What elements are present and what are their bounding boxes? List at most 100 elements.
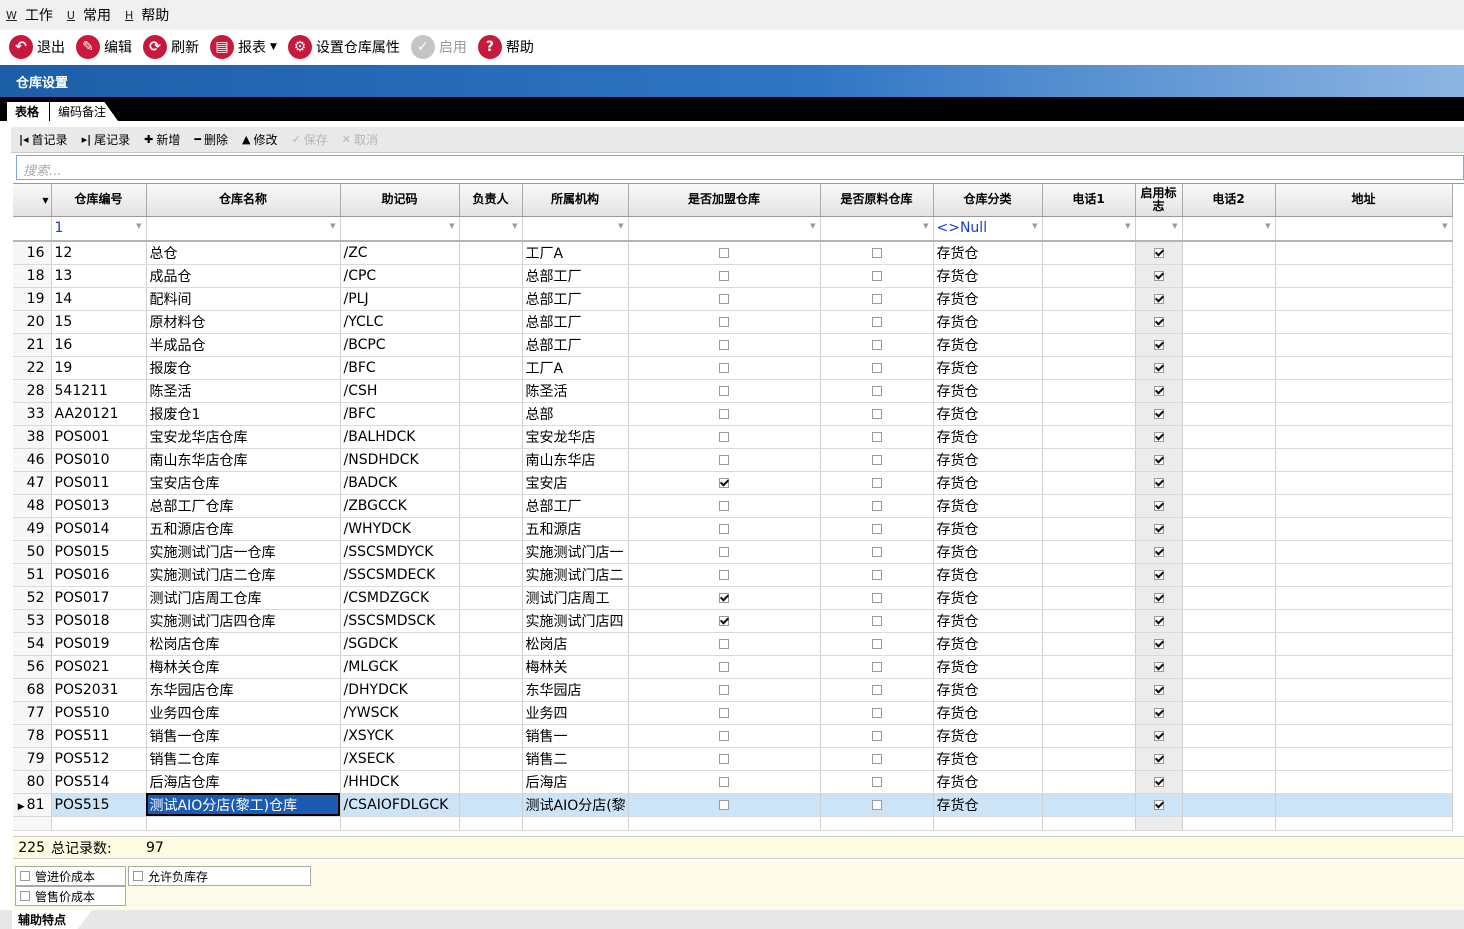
- cell-tel1[interactable]: [1042, 517, 1136, 541]
- purchase-cost-checkbox[interactable]: 管进价成本: [15, 866, 126, 886]
- cell-category[interactable]: 存货仓: [933, 379, 1043, 403]
- cell-raw[interactable]: [820, 379, 934, 403]
- cell-name[interactable]: 测试门店周工仓库: [146, 586, 341, 610]
- cell-org[interactable]: 松岗店: [522, 632, 629, 656]
- cell-franchise[interactable]: [628, 379, 821, 403]
- cell-name[interactable]: 总部工厂仓库: [146, 494, 341, 518]
- cell-tel1[interactable]: [1042, 333, 1136, 357]
- cell-franchise[interactable]: [628, 609, 821, 633]
- cell-tel2[interactable]: [1182, 586, 1276, 610]
- cell-raw[interactable]: [820, 747, 934, 771]
- column-header[interactable]: 仓库编号: [51, 184, 147, 217]
- cell-org[interactable]: 总部工厂: [522, 310, 629, 334]
- cell-franchise[interactable]: [628, 770, 821, 794]
- cell-code[interactable]: POS016: [51, 563, 147, 587]
- cell-tel2[interactable]: [1182, 494, 1276, 518]
- table-row[interactable]: 49 POS014 五和源店仓库/WHYDCK 五和源店 存货仓: [13, 517, 1453, 541]
- cell-enabled[interactable]: [1135, 609, 1183, 633]
- cell-tel1[interactable]: [1042, 655, 1136, 679]
- cell-enabled[interactable]: [1135, 402, 1183, 426]
- cell-tel2[interactable]: [1182, 310, 1276, 334]
- cell-mnemonic[interactable]: /BFC: [340, 402, 460, 426]
- cell-mnemonic[interactable]: /BADCK: [340, 471, 460, 495]
- cell-name[interactable]: 实施测试门店一仓库: [146, 540, 341, 564]
- cell-owner[interactable]: [459, 563, 523, 587]
- cell-raw[interactable]: [820, 425, 934, 449]
- cell-raw[interactable]: [820, 540, 934, 564]
- table-row[interactable]: 22 19 报废仓/BFC 工厂A 存货仓: [13, 356, 1453, 380]
- cell-franchise[interactable]: [628, 517, 821, 541]
- table-row[interactable]: 56 POS021 梅林关仓库/MLGCK 梅林关 存货仓: [13, 655, 1453, 679]
- cell-address[interactable]: [1275, 517, 1453, 541]
- save-button[interactable]: ✓ 保存: [291, 131, 327, 148]
- settings-button[interactable]: ⚙ 设置仓库属性: [287, 35, 400, 59]
- cell-raw[interactable]: [820, 448, 934, 472]
- cell-code[interactable]: 19: [51, 356, 147, 380]
- column-header[interactable]: 所属机构: [522, 184, 629, 217]
- cell-owner[interactable]: [459, 425, 523, 449]
- filter-cell[interactable]: ▼: [820, 216, 934, 242]
- filter-cell[interactable]: ▼: [522, 216, 629, 242]
- cell-tel1[interactable]: [1042, 494, 1136, 518]
- cell-franchise[interactable]: [628, 793, 821, 817]
- table-row[interactable]: 79 POS512 销售二仓库/XSECK 销售二 存货仓: [13, 747, 1453, 771]
- cell-tel1[interactable]: [1042, 425, 1136, 449]
- cell-code[interactable]: 14: [51, 287, 147, 311]
- cell-mnemonic[interactable]: /PLJ: [340, 287, 460, 311]
- table-row[interactable]: 20 15 原材料仓/YCLC 总部工厂 存货仓: [13, 310, 1453, 334]
- cell-raw[interactable]: [820, 241, 934, 265]
- cell-org[interactable]: 总部工厂: [522, 264, 629, 288]
- cell-franchise[interactable]: [628, 632, 821, 656]
- cell-enabled[interactable]: [1135, 563, 1183, 587]
- table-row[interactable]: 38 POS001 宝安龙华店仓库/BALHDCK 宝安龙华店 存货仓: [13, 425, 1453, 449]
- cell-org[interactable]: 五和源店: [522, 517, 629, 541]
- cell-name[interactable]: 实施测试门店四仓库: [146, 609, 341, 633]
- menu-item[interactable]: W 工作: [6, 5, 53, 25]
- cell-category[interactable]: 存货仓: [933, 563, 1043, 587]
- cell-address[interactable]: [1275, 264, 1453, 288]
- cell-tel2[interactable]: [1182, 425, 1276, 449]
- cell-mnemonic[interactable]: /HHDCK: [340, 770, 460, 794]
- cell-owner[interactable]: [459, 724, 523, 748]
- cell-raw[interactable]: [820, 655, 934, 679]
- cell-name[interactable]: 梅林关仓库: [146, 655, 341, 679]
- cell-mnemonic[interactable]: /CSMDZGCK: [340, 586, 460, 610]
- cell-mnemonic[interactable]: /XSECK: [340, 747, 460, 771]
- cell-mnemonic[interactable]: /CSH: [340, 379, 460, 403]
- cell-address[interactable]: [1275, 632, 1453, 656]
- cell-raw[interactable]: [820, 494, 934, 518]
- cell-tel1[interactable]: [1042, 379, 1136, 403]
- cell-category[interactable]: 存货仓: [933, 678, 1043, 702]
- cell-name[interactable]: 成品仓: [146, 264, 341, 288]
- cell-tel1[interactable]: [1042, 540, 1136, 564]
- cell-category[interactable]: 存货仓: [933, 333, 1043, 357]
- column-header[interactable]: 是否原料仓库: [820, 184, 934, 217]
- cell-enabled[interactable]: [1135, 241, 1183, 265]
- cell-org[interactable]: 实施测试门店四: [522, 609, 629, 633]
- cell-category[interactable]: 存货仓: [933, 356, 1043, 380]
- cell-enabled[interactable]: [1135, 425, 1183, 449]
- cell-mnemonic[interactable]: /CSAIOFDLGCK: [340, 793, 460, 817]
- cell-category[interactable]: 存货仓: [933, 655, 1043, 679]
- cell-tel2[interactable]: [1182, 333, 1276, 357]
- edit-button[interactable]: ✎ 编辑: [76, 35, 132, 59]
- table-row[interactable]: 21 16 半成品仓/BCPC 总部工厂 存货仓: [13, 333, 1453, 357]
- cell-raw[interactable]: [820, 586, 934, 610]
- cell-org[interactable]: 实施测试门店二: [522, 563, 629, 587]
- cell-org[interactable]: 业务四: [522, 701, 629, 725]
- allow-negative-checkbox[interactable]: 允许负库存: [128, 866, 311, 886]
- table-row[interactable]: 53 POS018 实施测试门店四仓库/SSCSMDSCK 实施测试门店四 存货仓: [13, 609, 1453, 633]
- table-row[interactable]: 28 541211 陈圣活/CSH 陈圣活 存货仓: [13, 379, 1453, 403]
- cell-address[interactable]: [1275, 747, 1453, 771]
- cell-raw[interactable]: [820, 264, 934, 288]
- cell-enabled[interactable]: [1135, 655, 1183, 679]
- cell-tel2[interactable]: [1182, 701, 1276, 725]
- table-row[interactable]: 47 POS011 宝安店仓库/BADCK 宝安店 存货仓: [13, 471, 1453, 495]
- table-row[interactable]: 50 POS015 实施测试门店一仓库/SSCSMDYCK 实施测试门店一 存货仓: [13, 540, 1453, 564]
- first-record-button[interactable]: |◂ 首记录: [19, 131, 68, 148]
- filter-cell[interactable]: ▼: [1182, 216, 1276, 242]
- cell-address[interactable]: [1275, 402, 1453, 426]
- cell-tel1[interactable]: [1042, 241, 1136, 265]
- filter-cell[interactable]: ▼: [340, 216, 460, 242]
- cell-mnemonic[interactable]: /SSCSMDSCK: [340, 609, 460, 633]
